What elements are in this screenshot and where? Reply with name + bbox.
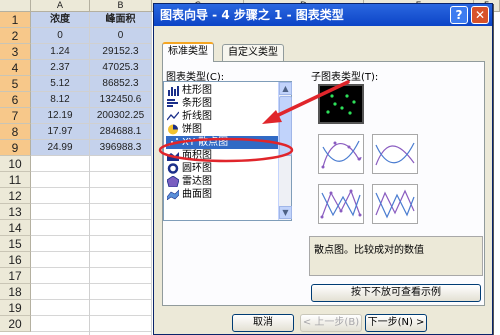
- cell-b[interactable]: 86852.3: [90, 76, 152, 92]
- row-header[interactable]: 18: [0, 284, 31, 300]
- row-header[interactable]: 4: [0, 60, 31, 76]
- row-header[interactable]: 2: [0, 28, 31, 44]
- cell-a[interactable]: 24.99: [31, 140, 90, 156]
- help-button[interactable]: ?: [450, 6, 468, 24]
- chart-wizard-dialog: 图表向导 - 4 步骤之 1 - 图表类型 ? ✕ 标准类型 自定义类型 图表类…: [153, 3, 493, 335]
- line-icon: [375, 189, 415, 219]
- cell-b[interactable]: 284688.1: [90, 124, 152, 140]
- cell-a[interactable]: 2.37: [31, 60, 90, 76]
- line-markers-icon: [320, 189, 362, 219]
- smoothed-line-icon: [375, 142, 415, 166]
- row-header[interactable]: 9: [0, 140, 31, 156]
- scroll-thumb[interactable]: [279, 96, 292, 156]
- list-item-scatter[interactable]: XY 散点图: [166, 136, 278, 149]
- cell-a[interactable]: 0: [31, 28, 90, 44]
- scroll-up-icon[interactable]: ▲: [279, 82, 292, 95]
- preview-button[interactable]: 按下不放可查看示例: [311, 284, 481, 302]
- close-button[interactable]: ✕: [471, 6, 489, 24]
- description-box: 散点图。比较成对的数值: [309, 236, 483, 276]
- row-header[interactable]: 8: [0, 124, 31, 140]
- doughnut-chart-icon: [167, 163, 179, 174]
- cell-a[interactable]: 8.12: [31, 92, 90, 108]
- list-scrollbar[interactable]: ▲ ▼: [278, 82, 292, 220]
- scatter-chart-icon: [168, 138, 178, 146]
- cell-b[interactable]: 0: [90, 28, 152, 44]
- scatter-markers-icon: [326, 94, 356, 115]
- cell-a[interactable]: 17.97: [31, 124, 90, 140]
- column-header-b[interactable]: B: [90, 0, 152, 12]
- subtype-label: 子图表类型(T):: [311, 72, 379, 83]
- row-header[interactable]: 1: [0, 12, 31, 28]
- scroll-down-icon[interactable]: ▼: [279, 206, 292, 219]
- cancel-button[interactable]: 取消: [232, 314, 294, 332]
- bar-chart-icon: [167, 99, 178, 107]
- subtype-scatter-markers[interactable]: [318, 84, 364, 124]
- cell-a1[interactable]: 浓度: [31, 12, 90, 28]
- tab-custom-types[interactable]: 自定义类型: [222, 44, 284, 61]
- list-item-pie[interactable]: 饼图: [166, 123, 278, 136]
- cell-b[interactable]: 396988.3: [90, 140, 152, 156]
- list-item-bar[interactable]: 条形图: [166, 97, 278, 110]
- row-header[interactable]: 14: [0, 220, 31, 236]
- list-item-area[interactable]: 面积图: [166, 149, 278, 162]
- subtype-smoothed-markers[interactable]: [318, 134, 364, 174]
- row-header[interactable]: 5: [0, 76, 31, 92]
- empty-cells-b[interactable]: [90, 156, 152, 335]
- subtype-lines-markers[interactable]: [318, 184, 364, 224]
- row-header[interactable]: 15: [0, 236, 31, 252]
- cell-a[interactable]: 5.12: [31, 76, 90, 92]
- area-chart-icon: [167, 152, 179, 161]
- column-header-a[interactable]: A: [31, 0, 90, 12]
- row-header[interactable]: 19: [0, 300, 31, 316]
- row-header[interactable]: 13: [0, 204, 31, 220]
- cell-b[interactable]: 29152.3: [90, 44, 152, 60]
- list-item-radar[interactable]: 雷达图: [166, 175, 278, 188]
- cell-b[interactable]: 47025.3: [90, 60, 152, 76]
- cell-a[interactable]: 1.24: [31, 44, 90, 60]
- list-item-doughnut[interactable]: 圆环图: [166, 162, 278, 175]
- pie-chart-icon: [168, 124, 178, 135]
- description-text: 散点图。比较成对的数值: [314, 245, 424, 256]
- next-button[interactable]: 下一步(N) >: [365, 314, 427, 332]
- line-chart-icon: [167, 111, 179, 121]
- dialog-titlebar[interactable]: 图表向导 - 4 步骤之 1 - 图表类型 ? ✕: [154, 4, 492, 26]
- row-header[interactable]: 20: [0, 316, 31, 332]
- row-header[interactable]: 11: [0, 172, 31, 188]
- cell-a[interactable]: 12.19: [31, 108, 90, 124]
- back-button[interactable]: < 上一步(B): [300, 314, 362, 332]
- dialog-title: 图表向导 - 4 步骤之 1 - 图表类型: [160, 8, 344, 22]
- select-all-corner[interactable]: [0, 0, 31, 12]
- tab-standard-types[interactable]: 标准类型: [162, 42, 214, 62]
- list-item-surface[interactable]: 曲面图: [166, 188, 278, 201]
- smoothed-line-markers-icon: [321, 140, 362, 169]
- row-header[interactable]: 7: [0, 108, 31, 124]
- row-header[interactable]: 3: [0, 44, 31, 60]
- surface-chart-icon: [167, 189, 179, 200]
- list-item-column[interactable]: 柱形图: [166, 84, 278, 97]
- row-header[interactable]: 10: [0, 156, 31, 172]
- empty-cells-a[interactable]: [31, 156, 90, 335]
- row-header[interactable]: 17: [0, 268, 31, 284]
- cell-b1[interactable]: 峰面积: [90, 12, 152, 28]
- column-chart-icon: [168, 86, 179, 96]
- cell-b[interactable]: 132450.6: [90, 92, 152, 108]
- row-header[interactable]: 6: [0, 92, 31, 108]
- radar-chart-icon: [167, 176, 179, 187]
- subtype-lines[interactable]: [372, 184, 418, 224]
- cell-b[interactable]: 200302.25: [90, 108, 152, 124]
- chart-type-list[interactable]: 柱形图 条形图 折线图 饼图 XY 散点图 面积图 圆环图 雷达图 曲面图 ▲ …: [163, 81, 292, 221]
- row-header[interactable]: 12: [0, 188, 31, 204]
- subtype-smoothed[interactable]: [372, 134, 418, 174]
- row-header[interactable]: 16: [0, 252, 31, 268]
- list-item-line[interactable]: 折线图: [166, 110, 278, 123]
